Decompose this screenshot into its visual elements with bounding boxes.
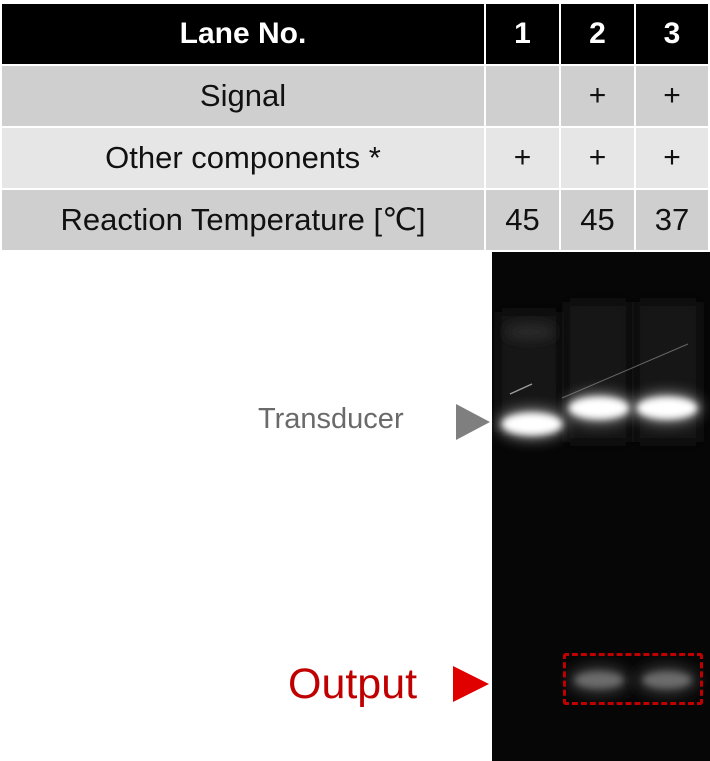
row-label: Reaction Temperature [℃]: [2, 190, 484, 250]
transducer-band: [569, 397, 629, 419]
row-value: +: [486, 128, 559, 188]
output-highlight-box: [563, 653, 703, 705]
header-lane-2: 2: [561, 4, 634, 64]
row-label: Other components *: [2, 128, 484, 188]
header-label: Lane No.: [2, 4, 484, 64]
header-lane-3: 3: [636, 4, 708, 64]
row-value: +: [561, 128, 634, 188]
header-lane-1: 1: [486, 4, 559, 64]
table-row-reaction-temperature: Reaction Temperature [℃] 45 45 37: [0, 190, 710, 250]
row-value: +: [561, 66, 634, 126]
row-value: 45: [561, 190, 634, 250]
row-value: +: [636, 128, 708, 188]
row-value: 45: [486, 190, 559, 250]
gel-smear: [504, 324, 556, 340]
row-value: 37: [636, 190, 708, 250]
output-arrow-icon: [453, 666, 489, 702]
output-label: Output: [288, 660, 418, 708]
transducer-label: Transducer: [258, 403, 404, 435]
transducer-band: [637, 397, 697, 419]
transducer-band: [502, 413, 562, 435]
table-row-signal: Signal + +: [0, 66, 710, 126]
transducer-arrow-icon: [456, 404, 490, 440]
row-value: [486, 66, 559, 126]
row-value: +: [636, 66, 708, 126]
table-header-row: Lane No. 1 2 3: [0, 4, 710, 64]
table-row-other-components: Other components * + + +: [0, 128, 710, 188]
row-label: Signal: [2, 66, 484, 126]
